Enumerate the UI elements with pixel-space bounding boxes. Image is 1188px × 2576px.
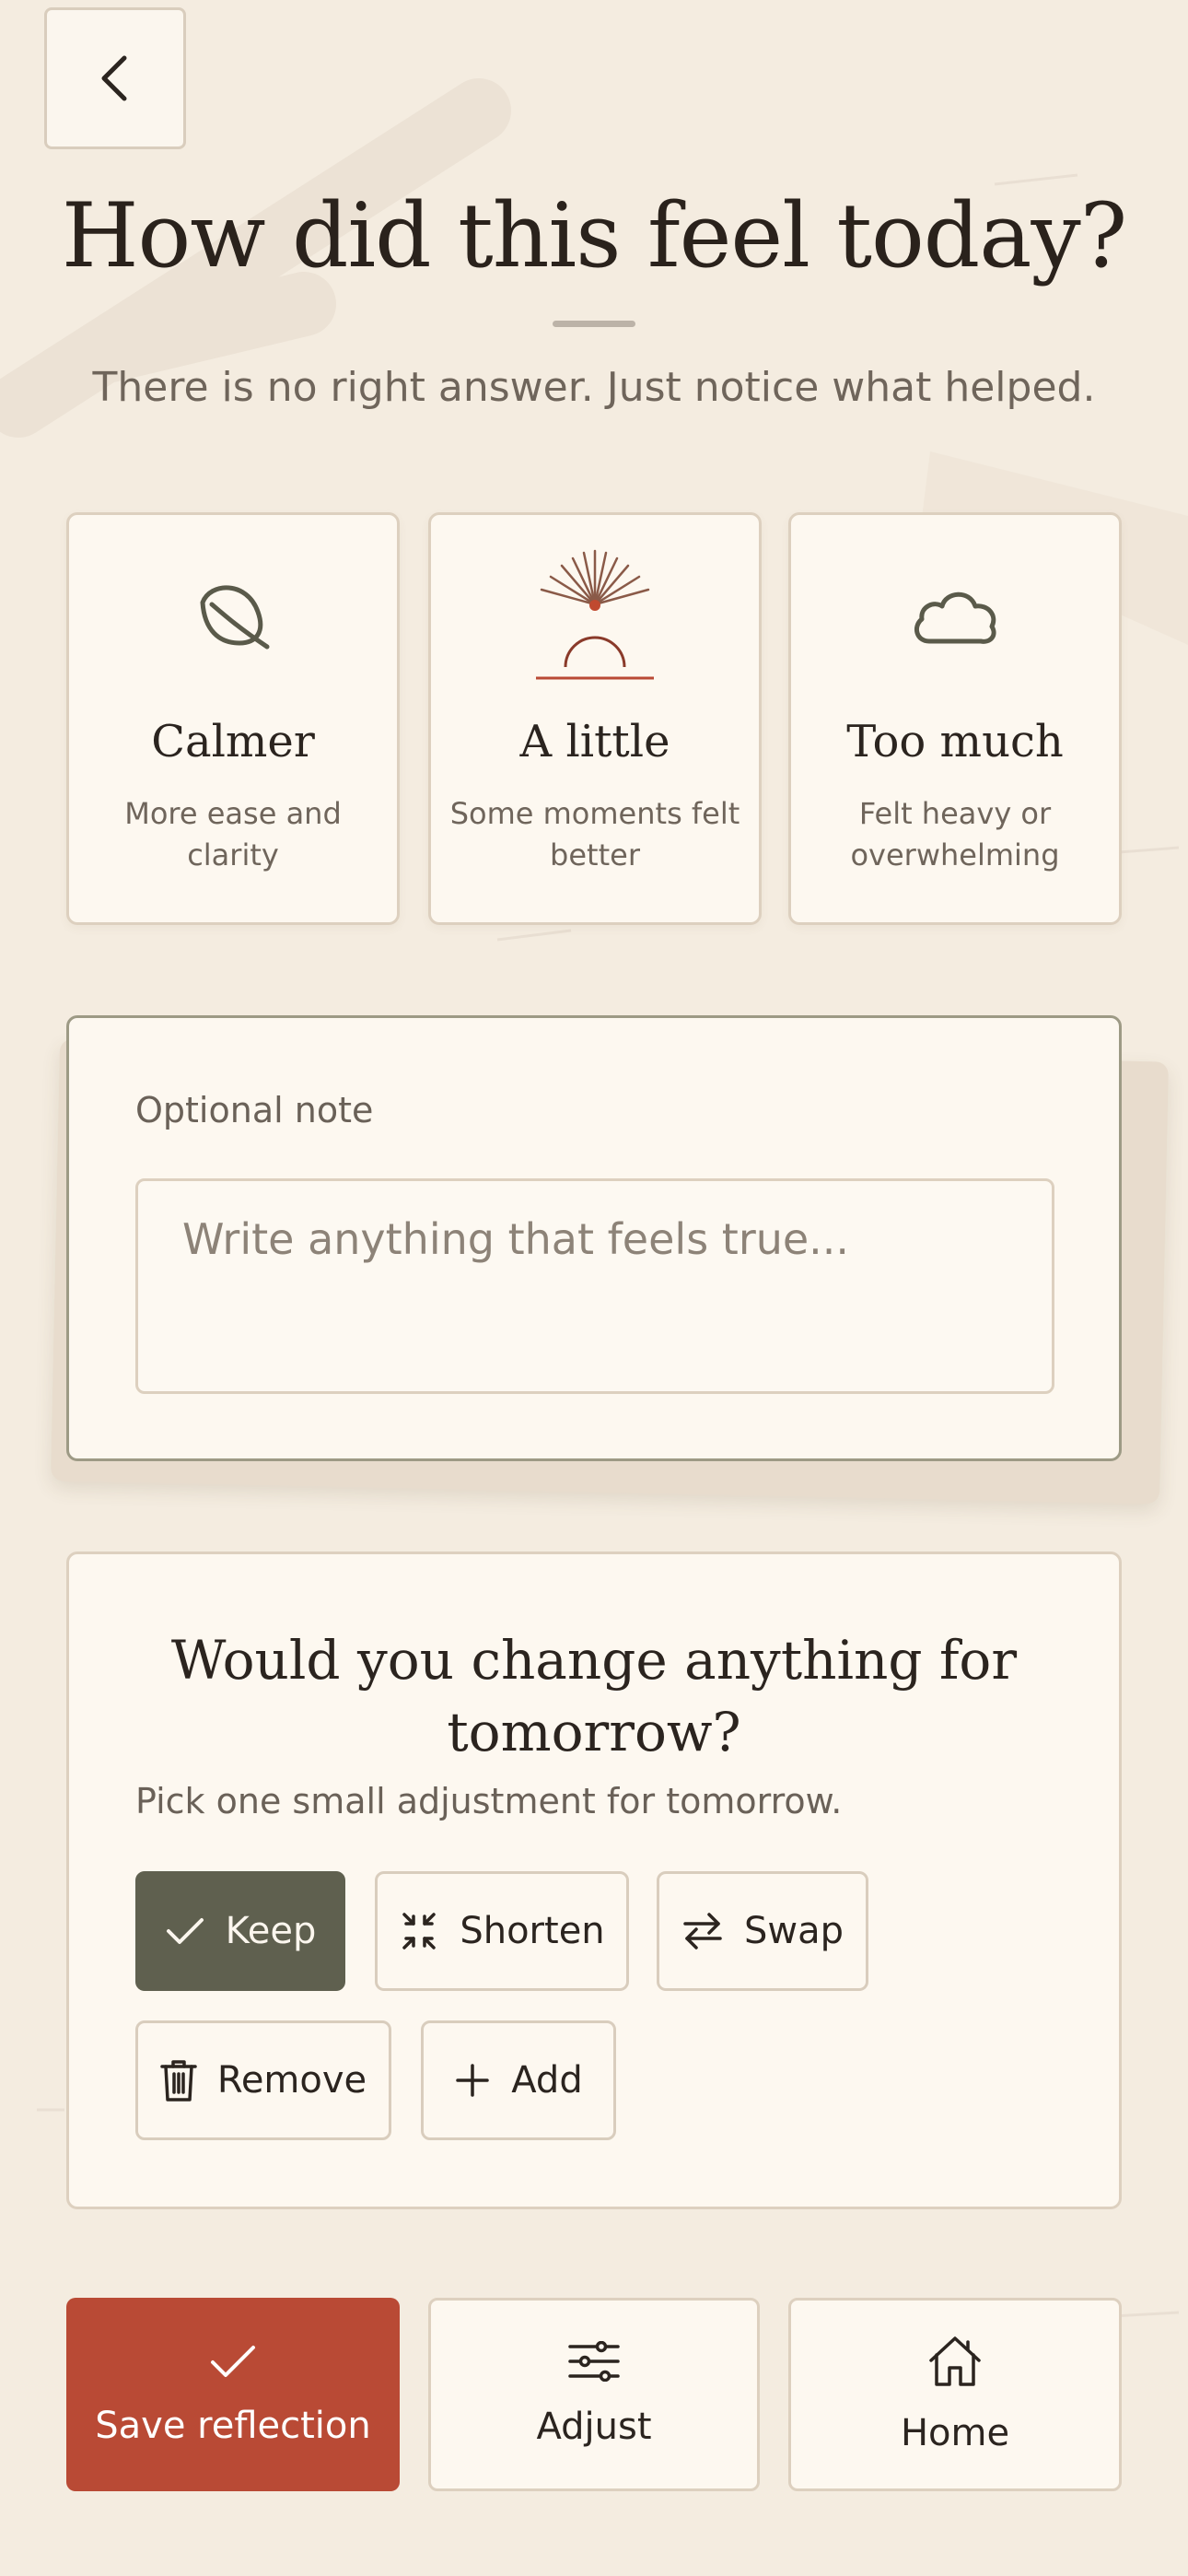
note-card: Optional note — [66, 1015, 1122, 1461]
option-label: Remove — [216, 2059, 367, 2102]
option-remove[interactable]: Remove — [135, 2020, 391, 2140]
swap-icon — [683, 1913, 722, 1950]
adjustment-card: Would you change anything for tomorrow? … — [66, 1551, 1122, 2209]
option-label: Keep — [225, 1910, 317, 1952]
note-input[interactable] — [135, 1178, 1054, 1394]
sunrise-icon — [536, 549, 654, 680]
title-divider — [553, 321, 635, 327]
option-shorten[interactable]: Shorten — [375, 1871, 629, 1991]
chevron-left-icon — [101, 55, 127, 101]
mood-label: A little — [519, 716, 670, 767]
plus-icon — [456, 2064, 490, 2097]
option-add[interactable]: Add — [421, 2020, 616, 2140]
sliders-icon — [568, 2341, 620, 2382]
check-icon — [166, 1918, 204, 1944]
trash-icon — [160, 2060, 197, 2102]
adjustment-subtitle: Pick one small adjustment for tomorrow. — [135, 1781, 843, 1821]
leaf-icon — [200, 585, 270, 650]
back-button[interactable] — [44, 7, 186, 149]
mood-label: Too much — [846, 716, 1064, 767]
adjust-button[interactable]: Adjust — [428, 2298, 760, 2491]
cloud-icon — [914, 591, 996, 644]
home-button[interactable]: Home — [788, 2298, 1122, 2491]
mood-description: Felt heavy or overwhelming — [850, 796, 1060, 872]
option-label: Shorten — [460, 1910, 605, 1952]
mood-card-a-little[interactable]: A little Some moments felt better — [428, 512, 762, 925]
save-reflection-button[interactable]: Save reflection — [66, 2298, 400, 2491]
mood-card-calmer[interactable]: Calmer More ease and clarity — [66, 512, 400, 925]
page-subtitle: There is no right answer. Just notice wh… — [92, 364, 1096, 411]
mood-description: Some moments felt better — [449, 796, 740, 872]
option-label: Swap — [743, 1910, 844, 1952]
option-keep[interactable]: Keep — [135, 1871, 345, 1991]
adjustment-title: Would you change anything for tomorrow? — [170, 1629, 1018, 1763]
option-swap[interactable]: Swap — [657, 1871, 868, 1991]
home-label: Home — [900, 2412, 1010, 2454]
save-reflection-label: Save reflection — [95, 2405, 371, 2447]
adjust-label: Adjust — [536, 2406, 652, 2448]
home-icon — [929, 2336, 981, 2386]
shrink-icon — [402, 1913, 437, 1950]
mood-card-too-much[interactable]: Too much Felt heavy or overwhelming — [788, 512, 1122, 925]
page-title: How did this feel today? — [61, 184, 1127, 287]
note-label: Optional note — [135, 1090, 374, 1130]
mood-description: More ease and clarity — [124, 796, 342, 872]
mood-label: Calmer — [151, 716, 315, 767]
option-label: Add — [511, 2059, 583, 2102]
check-icon — [211, 2346, 255, 2377]
